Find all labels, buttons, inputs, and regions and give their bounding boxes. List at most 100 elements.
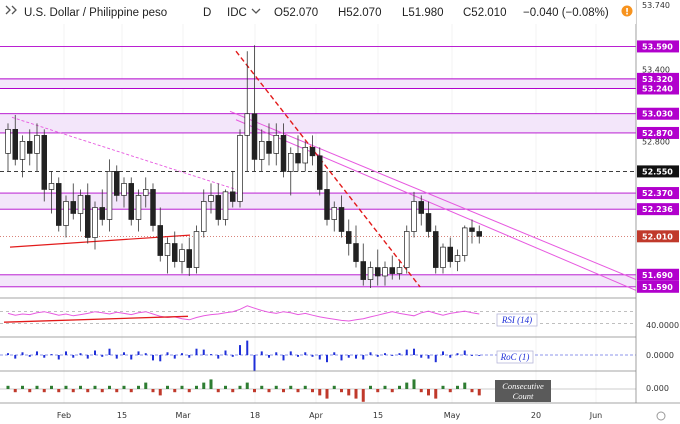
count-bar-up (64, 385, 68, 389)
count-bar-up (79, 385, 82, 389)
roc-bar (340, 355, 343, 361)
candle (106, 159, 113, 232)
candle (404, 225, 410, 274)
roc-bar (268, 355, 270, 358)
count-bar-up (383, 385, 387, 389)
candle (440, 243, 446, 274)
bullish-candle-body (193, 231, 200, 268)
price-zone (0, 113, 636, 133)
rsi-legend[interactable]: RSI (14) (496, 313, 538, 327)
bearish-candle-body (70, 201, 76, 214)
roc-bar (224, 350, 227, 355)
count-bar-down (354, 389, 358, 399)
count-bar-down (253, 389, 256, 393)
roc-bar (130, 355, 133, 360)
roc-bar (253, 355, 256, 372)
roc-bar (369, 352, 372, 355)
time-axis-label: May (444, 411, 461, 420)
candle (309, 135, 316, 166)
time-axis-label: 15 (373, 411, 383, 420)
exchange-label[interactable]: IDC (227, 7, 247, 19)
count-bar-up (137, 385, 140, 389)
rsi-label: RSI (14) (501, 315, 532, 325)
roc-bar (478, 355, 481, 356)
candle (295, 135, 301, 172)
count-bar-down (13, 389, 17, 393)
count-bar-up (35, 385, 39, 389)
count-bar-up (274, 385, 278, 389)
count-bar-down (477, 389, 481, 396)
count-bar-down (282, 389, 285, 393)
count-bar-down (296, 389, 300, 393)
roc-bar (398, 353, 401, 355)
bullish-candle-body (331, 207, 338, 220)
price-axis-label: 52.550 (642, 167, 673, 176)
roc-bar (427, 355, 430, 359)
bearish-candle-body (425, 213, 432, 232)
bullish-candle-body (179, 249, 185, 262)
bearish-candle-body (433, 231, 439, 268)
count-bar-up (405, 382, 409, 389)
bearish-candle-body (280, 135, 287, 172)
exclamation-mark: ! (625, 8, 629, 18)
price-axis[interactable]: 53.74053.59053.40053.32053.24053.03052.8… (637, 1, 679, 393)
count-bar-down (448, 389, 452, 393)
count-bar-down (100, 389, 104, 393)
candle (27, 129, 33, 166)
bullish-candle-body (34, 135, 40, 154)
roc-bar (391, 355, 394, 356)
bullish-candle-body (92, 207, 98, 238)
time-axis-label: Jun (589, 411, 603, 420)
candle (462, 225, 468, 262)
bullish-candle-body (302, 147, 309, 164)
price-chart[interactable]: 53.74053.59053.40053.32053.24053.03052.8… (0, 0, 680, 424)
bullish-candle-body (288, 153, 294, 172)
bullish-candle-body (273, 135, 280, 154)
count-legend[interactable]: Consecutive Count (495, 380, 551, 402)
count-bar-up (93, 385, 97, 389)
settings-icon[interactable] (656, 411, 666, 421)
time-axis-label: Apr (309, 411, 324, 420)
candle (41, 129, 47, 202)
count-bar-down (434, 389, 438, 399)
time-axis[interactable]: Feb 15 Mar 18 Apr 15 May 20 Jun (57, 411, 602, 420)
roc-bar (79, 353, 82, 355)
roc-bar (449, 355, 452, 358)
count-axis-label: 0.000 (646, 384, 669, 393)
roc-bar (137, 351, 140, 355)
bullish-candle-body (259, 141, 265, 160)
open-value: O52.070 (274, 7, 318, 19)
bearish-candle-body (309, 147, 316, 157)
bearish-candle-body (360, 261, 367, 280)
high-value: H52.070 (338, 7, 381, 19)
roc-legend[interactable]: RoC (1) (496, 350, 534, 364)
roc-bar (463, 350, 466, 355)
roc-bar (355, 355, 357, 359)
candle (433, 225, 439, 274)
bearish-candle-body (215, 195, 222, 220)
candle (179, 243, 185, 274)
count-bar-up (245, 382, 249, 389)
bullish-candle-body (382, 267, 388, 277)
symbol-title[interactable]: U.S. Dollar / Philippine peso (24, 7, 167, 19)
count-bar-down (427, 389, 430, 396)
bullish-candle-body (404, 231, 410, 268)
roc-bar (362, 355, 365, 360)
candle (186, 237, 193, 276)
candle (193, 225, 200, 274)
interval-label[interactable]: D (203, 7, 211, 19)
count-bar-down (173, 389, 177, 393)
time-axis-label: 18 (250, 411, 260, 420)
roc-bar (43, 355, 46, 358)
roc-bar (282, 355, 285, 361)
bearish-candle-body (418, 201, 425, 214)
candle (77, 189, 84, 232)
roc-bar (311, 355, 314, 357)
bullish-candle-body (201, 201, 207, 232)
candle (222, 189, 229, 226)
candle (55, 177, 62, 232)
bearish-candle-body (12, 129, 19, 160)
roc-bar (36, 351, 38, 355)
roc-bar (471, 355, 473, 356)
count-bar-down (86, 389, 90, 393)
